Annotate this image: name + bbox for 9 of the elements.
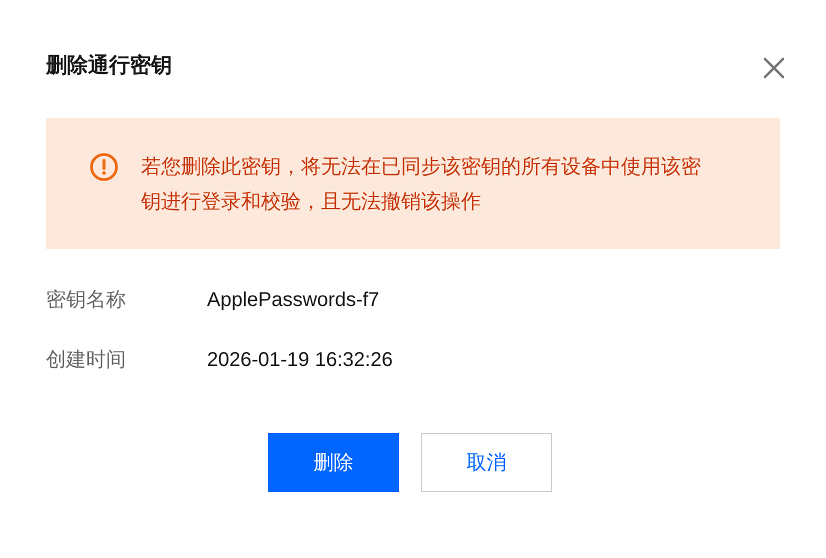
field-value: ApplePasswords-f7 xyxy=(207,288,380,313)
dialog-title: 删除通行密钥 xyxy=(46,52,172,79)
warning-icon xyxy=(89,152,119,182)
field-label: 密钥名称 xyxy=(46,288,127,313)
field-label: 创建时间 xyxy=(46,348,127,373)
delete-button[interactable]: 删除 xyxy=(268,433,399,492)
cancel-button[interactable]: 取消 xyxy=(421,433,552,492)
field-value: 2026-01-19 16:32:26 xyxy=(207,348,393,373)
warning-message: 若您删除此密钥，将无法在已同步该密钥的所有设备中使用该密钥进行登录和校验，且无法撤销该操作 xyxy=(141,155,702,215)
